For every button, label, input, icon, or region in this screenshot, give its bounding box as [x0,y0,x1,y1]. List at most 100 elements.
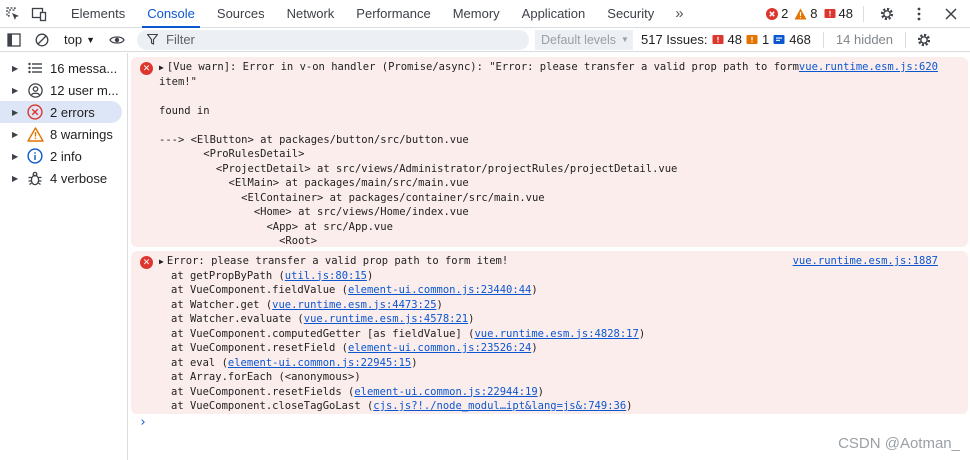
console-prompt-icon[interactable]: › [139,415,147,430]
stack-frame-link[interactable]: element-ui.common.js:22944:19 [354,386,537,398]
source-link[interactable]: vue.runtime.esm.js:620 [799,61,938,73]
stack-frame-text: ) [436,298,443,311]
expand-caret-icon[interactable]: ▶ [12,130,20,139]
stack-frame-text: at Watcher.evaluate ( [171,313,304,325]
error-count[interactable]: 2 [766,6,788,21]
stack-frame: at VueComponent.resetFields (element-ui.… [159,385,938,400]
tab-console[interactable]: Console [136,0,206,28]
stack-frame-link[interactable]: element-ui.common.js:22945:15 [228,357,411,369]
stack-frame-text: ) [537,385,544,398]
issue-info-icon [773,34,785,44]
sidebar-item-verbose[interactable]: ▶ 4 verbose [0,167,127,189]
console-settings-gear-icon[interactable] [910,28,938,52]
message-line: found in [159,104,210,117]
console-output: ✕ vue.runtime.esm.js:620 ▶ [Vue warn]: Er… [129,53,970,460]
warning-count[interactable]: 8 [794,6,818,21]
issues-summary[interactable]: 517 Issues: 48 1 468 [633,32,819,47]
issue-flag-icon [824,8,836,18]
tab-network[interactable]: Network [276,0,346,27]
stack-frame-text: at VueComponent.fieldValue ( [171,284,349,296]
tab-elements[interactable]: Elements [60,0,136,27]
list-icon [26,59,44,77]
error-count-value: 2 [781,6,789,21]
message-line: <ElMain> at packages/main/src/main.vue [159,177,469,189]
devtools-tab-bar: Elements Console Sources Network Perform… [0,0,970,28]
error-icon [766,7,779,20]
message-line: item!" [159,75,197,88]
close-devtools-icon[interactable] [938,7,964,20]
stack-frame-link[interactable]: element-ui.common.js:23526:24 [348,342,531,354]
bug-icon [26,169,44,187]
tab-sources[interactable]: Sources [206,0,276,27]
issues-count[interactable]: 48 [824,6,853,21]
tab-performance[interactable]: Performance [345,0,441,27]
stack-frame-text: ) [531,342,538,354]
sidebar-item-messages[interactable]: ▶ 16 messa... [0,57,127,79]
sidebar-toggle-icon[interactable] [0,28,28,52]
stack-frame-text: ) [366,269,374,282]
sidebar-item-label: 8 warnings [50,126,113,142]
expand-caret-icon[interactable]: ▶ [12,108,20,117]
hidden-count: 14 hidden [835,32,894,47]
expand-triangle-icon[interactable]: ▶ [159,61,164,76]
tab-memory[interactable]: Memory [442,0,511,27]
tab-application[interactable]: Application [511,0,597,27]
message-text: [Vue warn]: Error in v-on handler (Promi… [166,61,799,73]
stack-frame-text: at VueComponent.resetFields ( [171,385,355,398]
stack-frame: at VueComponent.resetField (element-ui.c… [159,341,938,356]
stack-frame: at VueComponent.fieldValue (element-ui.c… [159,283,938,298]
more-tabs-icon[interactable]: » [665,0,693,27]
message-line [159,89,938,104]
inspect-element-icon[interactable] [0,0,26,27]
console-message-vue-warn[interactable]: ✕ vue.runtime.esm.js:620 ▶ [Vue warn]: Er… [131,57,968,247]
filter-funnel-icon [147,34,158,45]
expand-caret-icon[interactable]: ▶ [12,174,20,183]
message-text: Error: please transfer a valid prop path… [166,255,509,267]
stack-frame-link[interactable]: vue.runtime.esm.js:4473:25 [272,299,436,311]
stack-frame-link[interactable]: cjs.js?!./node_modul…ipt&lang=js&:749:36 [373,400,626,412]
tab-security[interactable]: Security [596,0,665,27]
issues-info-count: 468 [789,32,811,47]
expand-caret-icon[interactable]: ▶ [12,152,20,161]
stack-frame: at Watcher.get (vue.runtime.esm.js:4473:… [159,298,938,313]
stack-frame-text: ) [626,400,633,412]
message-line: <ProRulesDetail> [159,148,305,160]
warning-count-value: 8 [810,6,818,21]
expand-caret-icon[interactable]: ▶ [12,64,20,73]
sidebar-item-errors[interactable]: ▶ 2 errors [0,101,122,123]
more-options-icon[interactable] [906,7,932,21]
stack-frame-text: ) [468,313,475,325]
message-line: ---> <ElButton> at packages/button/src/b… [159,133,469,146]
expand-caret-icon[interactable]: ▶ [12,86,20,95]
context-selector[interactable]: top ▼ [56,32,103,47]
message-line: <App> at src/App.vue [159,220,393,233]
issues-error-count: 48 [727,32,742,47]
expand-triangle-icon[interactable]: ▶ [159,255,164,270]
info-icon [26,147,44,165]
message-line [159,118,938,133]
issues-warning-count: 1 [761,32,770,47]
source-link[interactable]: vue.runtime.esm.js:1887 [793,255,938,267]
console-message-error[interactable]: ✕ vue.runtime.esm.js:1887 ▶ Error: please… [131,251,968,414]
stack-frame-link[interactable]: vue.runtime.esm.js:4578:21 [304,313,468,325]
stack-frame-link[interactable]: util.js:80:15 [285,270,367,282]
stack-frame-text: ) [531,284,538,296]
sidebar-item-info[interactable]: ▶ 2 info [0,145,127,167]
stack-frame-link[interactable]: vue.runtime.esm.js:4828:17 [474,328,638,340]
device-toolbar-icon[interactable] [26,0,52,27]
message-line: <Home> at src/views/Home/index.vue [159,206,469,218]
stack-frame: at VueComponent.computedGetter [as field… [159,327,938,342]
message-line: <ProjectDetail> at src/views/Administrat… [159,162,678,175]
sidebar-item-warnings[interactable]: ▶ 8 warnings [0,123,127,145]
stack-frame-text: at getPropByPath ( [171,269,285,282]
sidebar-item-user-messages[interactable]: ▶ 12 user m... [0,79,127,101]
stack-frame: at Watcher.evaluate (vue.runtime.esm.js:… [159,312,938,327]
settings-gear-icon[interactable] [874,6,900,22]
live-expression-eye-icon[interactable] [103,28,131,52]
console-sidebar: ▶ 16 messa... ▶ 12 user m... ▶ 2 errors … [0,53,128,460]
user-icon [26,81,44,99]
clear-console-icon[interactable] [28,28,56,52]
log-levels-dropdown[interactable]: Default levels ▼ [535,29,633,50]
stack-frame-link[interactable]: element-ui.common.js:23440:44 [348,284,531,296]
filter-input[interactable]: Filter [137,29,529,50]
